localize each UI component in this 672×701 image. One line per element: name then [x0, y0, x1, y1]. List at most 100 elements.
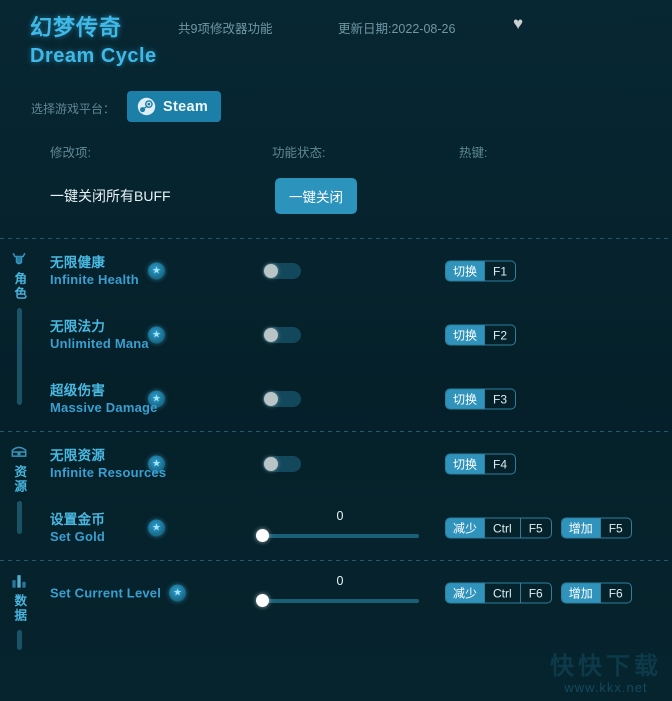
feature-hotkeys: 切换 F1 [445, 260, 517, 282]
feature-name-cn: 无限资源 [50, 448, 106, 463]
feature-name-en: Set Gold [50, 529, 106, 544]
hotkey-group[interactable]: 切换 F1 [445, 260, 517, 282]
one-key-disable-label: 一键关闭所有BUFF [50, 188, 171, 204]
feature-hotkeys: 切换 F4 [445, 453, 517, 475]
feature-toggle-switch[interactable] [263, 391, 301, 407]
one-key-disable-row: 一键关闭所有BUFF 一键关闭 [0, 178, 672, 238]
feature-names: 设置金币 Set Gold [50, 511, 105, 545]
feature-row: ★ 无限资源 Infinite Resources 切换 F4 [38, 432, 672, 496]
feature-name-cn: 无限健康 [50, 255, 106, 270]
update-date-label: 更新日期:2022-08-26 [338, 22, 456, 36]
section-资源: 资源 ★ 无限资源 Infinite Resources 切换 F4 ★ 设置金币 Set Go… [0, 432, 672, 560]
feature-names: Set Current Level ★ [50, 584, 187, 602]
bar-chart-icon [9, 571, 29, 591]
one-key-disable-button[interactable]: 一键关闭 [275, 178, 357, 214]
feature-toggle-switch[interactable] [263, 456, 301, 472]
platform-label: 选择游戏平台： [31, 102, 116, 116]
section-accent-bar [16, 308, 22, 405]
feature-names: 无限法力 Unlimited Mana [50, 318, 149, 352]
hotkey-group[interactable]: 切换 F4 [445, 453, 517, 475]
feature-row: ★ 设置金币 Set Gold 0 减少 Ctrl F5 增加 F5 [38, 496, 672, 560]
section-aside: 数据 [4, 571, 34, 650]
hotkey-cap: F4 [484, 454, 515, 474]
hotkey-cap: F3 [484, 389, 515, 409]
hotkey-action-label: 减少 [446, 583, 485, 603]
hotkey-cap: F6 [599, 583, 631, 603]
feature-hotkeys: 切换 F3 [445, 388, 517, 410]
feature-toggle-switch[interactable] [263, 263, 301, 279]
column-headers: 修改项: 功能状态: 热键: [0, 142, 672, 178]
feature-toggle-switch[interactable] [263, 327, 301, 343]
feature-name-en: Infinite Resources [50, 465, 167, 480]
platform-steam-label: Steam [163, 98, 209, 115]
hotkey-cap: F5 [519, 518, 551, 538]
hotkey-action-label: 切换 [446, 454, 485, 474]
hotkey-group[interactable]: 减少 Ctrl F6 [445, 582, 552, 604]
page-title-en: Dream Cycle [30, 45, 157, 67]
section-rows: ★ 无限健康 Infinite Health 切换 F1 ★ 无限法力 Unlimited M… [38, 239, 672, 431]
feature-star-icon: ★ [148, 326, 165, 344]
hotkey-group[interactable]: 减少 Ctrl F5 [445, 517, 552, 539]
watermark-text-cn: 快快下载 [550, 653, 662, 680]
section-name-label: 角色 [12, 272, 27, 301]
hotkey-action-label: 增加 [561, 518, 600, 538]
site-watermark: 快快下载 www.kkx.net [550, 653, 662, 696]
hotkey-group[interactable]: 切换 F3 [445, 388, 517, 410]
column-header-hotkey: 热键: [459, 146, 488, 160]
feature-name-en: Infinite Health [50, 272, 139, 287]
section-name-label: 资源 [12, 465, 27, 494]
feature-names: 超级伤害 Massive Damage [50, 382, 158, 416]
slider-value-label: 0 [336, 509, 344, 523]
feature-name-en: Set Current Level [50, 585, 162, 601]
watermark-url: www.kkx.net [564, 680, 648, 695]
feature-count-label: 共9项修改器功能 [178, 22, 273, 36]
hotkey-action-label: 增加 [561, 583, 600, 603]
platform-steam-button[interactable]: Steam [127, 91, 222, 122]
section-rows: Set Current Level ★ 0 减少 Ctrl F6 增加 F6 [38, 561, 672, 625]
slider-value-label: 0 [336, 574, 344, 588]
section-accent-bar [16, 630, 22, 650]
hotkey-cap: Ctrl [484, 583, 520, 603]
feature-names: 无限资源 Infinite Resources [50, 447, 166, 481]
feature-star-icon: ★ [148, 262, 165, 280]
chest-icon [9, 442, 29, 462]
feature-name-cn: 设置金币 [50, 512, 106, 527]
steam-icon [137, 97, 156, 116]
feature-name-line: Set Current Level ★ [50, 584, 187, 602]
feature-name-en: Unlimited Mana [50, 336, 149, 351]
feature-name-cn: 超级伤害 [50, 383, 106, 398]
hotkey-group[interactable]: 切换 F2 [445, 324, 517, 346]
slider-knob[interactable] [256, 594, 269, 607]
feature-slider: 0 [256, 509, 424, 545]
section-accent-bar [16, 501, 22, 534]
feature-row: Set Current Level ★ 0 减少 Ctrl F6 增加 F6 [38, 561, 672, 625]
section-rows: ★ 无限资源 Infinite Resources 切换 F4 ★ 设置金币 Set Gold… [38, 432, 672, 560]
slider-knob[interactable] [256, 529, 269, 542]
section-aside: 资源 [4, 442, 34, 534]
hotkey-cap: F1 [484, 261, 515, 281]
feature-hotkeys: 减少 Ctrl F5 增加 F5 [445, 517, 632, 539]
hotkey-action-label: 切换 [446, 325, 485, 345]
hotkey-group[interactable]: 增加 F5 [560, 517, 632, 539]
feature-row: ★ 超级伤害 Massive Damage 切换 F3 [38, 367, 672, 431]
hotkey-group[interactable]: 增加 F6 [560, 582, 632, 604]
hotkey-cap: F2 [484, 325, 515, 345]
helmet-icon [9, 249, 29, 269]
feature-row: ★ 无限健康 Infinite Health 切换 F1 [38, 239, 672, 303]
sections-container: 角色 ★ 无限健康 Infinite Health 切换 F1 ★ 无限法力 Unlimited… [0, 238, 672, 650]
platform-selector-row: 选择游戏平台： Steam [0, 88, 672, 130]
favorite-heart-icon[interactable]: ♥ [513, 15, 523, 32]
app-header: 幻梦传奇 Dream Cycle 共9项修改器功能 更新日期:2022-08-2… [0, 0, 672, 88]
feature-slider: 0 [256, 574, 424, 610]
feature-row: ★ 无限法力 Unlimited Mana 切换 F2 [38, 303, 672, 367]
hotkey-action-label: 切换 [446, 389, 485, 409]
hotkey-cap: F5 [599, 518, 631, 538]
feature-name-cn: 无限法力 [50, 319, 106, 334]
hotkey-cap: Ctrl [484, 518, 520, 538]
hotkey-action-label: 减少 [446, 518, 485, 538]
column-header-modifier: 修改项: [50, 146, 91, 160]
slider-track[interactable] [264, 599, 419, 603]
slider-track[interactable] [264, 534, 419, 538]
feature-hotkeys: 切换 F2 [445, 324, 517, 346]
hotkey-cap: F6 [519, 583, 551, 603]
